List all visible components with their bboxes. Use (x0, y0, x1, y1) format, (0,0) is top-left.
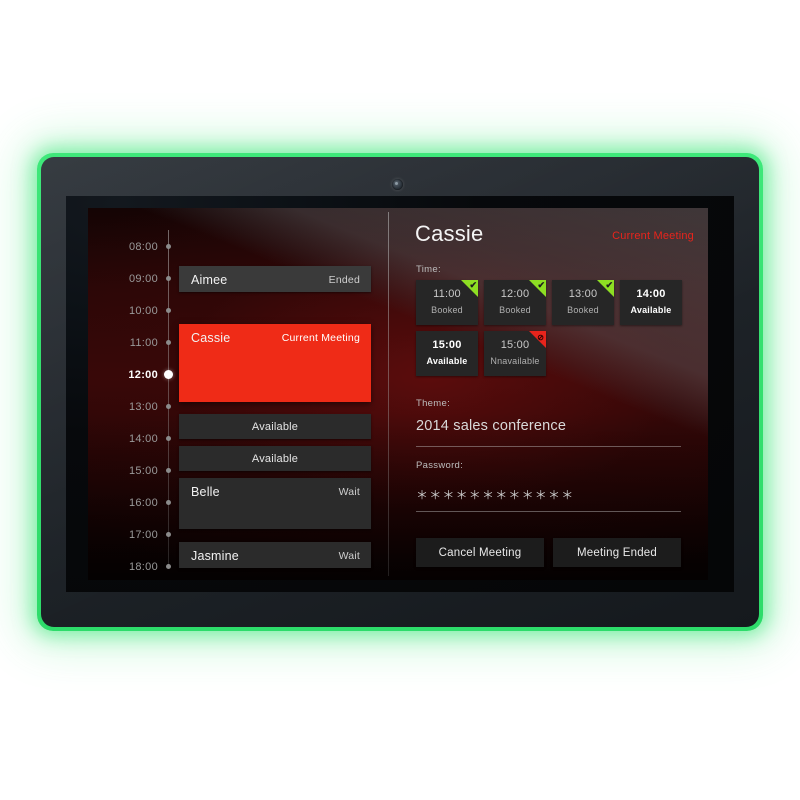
time-slot-1400[interactable]: 14:00 Available (620, 280, 682, 325)
schedule-panel: 08:00 09:00 10:00 11:00 12:00 13:00 14:0… (88, 208, 388, 580)
slot-time: 12:00 (500, 288, 530, 300)
time-tick-0800 (166, 244, 171, 249)
meeting-ended-button[interactable]: Meeting Ended (553, 538, 681, 567)
time-label-1100: 11:00 (129, 337, 158, 349)
theme-value: 2014 sales conference (416, 418, 567, 434)
event-name: Jasmine (191, 549, 239, 563)
slot-state: Booked (499, 305, 531, 315)
cancel-meeting-button[interactable]: Cancel Meeting (416, 538, 544, 567)
event-status: Wait (338, 550, 360, 562)
password-field-label: Password: (416, 460, 464, 471)
schedule-event-belle[interactable]: Belle Wait (179, 478, 371, 529)
slot-time: 11:00 (433, 288, 461, 300)
event-status: Wait (338, 486, 360, 498)
slot-time: 14:00 (636, 288, 666, 300)
event-name: Aimee (191, 273, 228, 287)
slot-state: Nnavailable (490, 356, 540, 366)
slot-label: Available (251, 453, 299, 465)
time-slot-1500-unavailable[interactable]: ⊘ 15:00 Nnavailable (484, 331, 546, 376)
password-underline (416, 511, 681, 512)
event-status: Current Meeting (281, 332, 360, 344)
schedule-slot-available-1400[interactable]: Available (179, 414, 371, 439)
time-slot-1300[interactable]: ✔ 13:00 Booked (552, 280, 614, 325)
time-field-label: Time: (416, 264, 441, 275)
time-slot-1200[interactable]: ✔ 12:00 Booked (484, 280, 546, 325)
meeting-detail-panel: Cassie Current Meeting Time: ✔ 11:00 Boo… (389, 208, 708, 580)
time-tick-1100 (166, 340, 171, 345)
page-title: Cassie (415, 221, 484, 246)
event-status: Ended (328, 274, 360, 286)
status-badge: Current Meeting (612, 230, 694, 242)
tablet-screen: 08:00 09:00 10:00 11:00 12:00 13:00 14:0… (66, 196, 734, 592)
time-label-1600: 16:00 (128, 497, 158, 509)
theme-field-label: Theme: (416, 398, 451, 409)
slot-state: Booked (567, 305, 599, 315)
slot-state: Booked (431, 305, 463, 315)
time-label-1500: 15:00 (128, 465, 158, 477)
time-tick-1700 (166, 532, 171, 537)
event-name: Belle (191, 485, 220, 499)
slot-label: Available (251, 421, 299, 433)
time-tick-0900 (166, 276, 171, 281)
password-field[interactable]: ＊＊＊＊＊＊＊＊＊＊＊＊ (416, 486, 681, 506)
slot-time: 15:00 (500, 339, 530, 351)
time-slot-1500-available[interactable]: 15:00 Available (416, 331, 478, 376)
button-label: Cancel Meeting (438, 546, 522, 559)
time-label-0900: 09:00 (128, 273, 158, 285)
event-name: Cassie (191, 331, 231, 345)
time-label-0800: 08:00 (128, 241, 158, 253)
time-label-1300: 13:00 (128, 401, 158, 413)
screenshot-stage: 08:00 09:00 10:00 11:00 12:00 13:00 14:0… (0, 0, 800, 800)
meeting-room-app: 08:00 09:00 10:00 11:00 12:00 13:00 14:0… (88, 208, 708, 580)
time-label-1200-current: 12:00 (128, 369, 158, 381)
theme-field[interactable]: 2014 sales conference (416, 418, 681, 440)
time-tick-1800 (166, 564, 171, 569)
current-time-marker (164, 370, 173, 379)
schedule-event-jasmine[interactable]: Jasmine Wait (179, 542, 371, 568)
slot-state: Available (630, 305, 672, 315)
time-slot-1100[interactable]: ✔ 11:00 Booked (416, 280, 478, 325)
schedule-event-aimee[interactable]: Aimee Ended (179, 266, 371, 292)
front-camera-icon (392, 179, 403, 190)
time-label-1700: 17:00 (128, 529, 158, 541)
slot-time: 13:00 (568, 288, 598, 300)
schedule-event-cassie-current[interactable]: Cassie Current Meeting (179, 324, 371, 402)
password-value: ＊＊＊＊＊＊＊＊＊＊＊＊ (416, 488, 575, 502)
time-tick-1300 (166, 404, 171, 409)
schedule-slot-available-1500[interactable]: Available (179, 446, 371, 471)
time-label-1000: 10:00 (128, 305, 158, 317)
time-tick-1000 (166, 308, 171, 313)
time-label-1400: 14:00 (128, 433, 158, 445)
time-tick-1600 (166, 500, 171, 505)
slot-time: 15:00 (432, 339, 462, 351)
theme-underline (416, 446, 681, 447)
slot-state: Available (426, 356, 468, 366)
time-tick-1400 (166, 436, 171, 441)
time-tick-1500 (166, 468, 171, 473)
button-label: Meeting Ended (577, 546, 657, 559)
time-label-1800: 18:00 (128, 561, 158, 573)
